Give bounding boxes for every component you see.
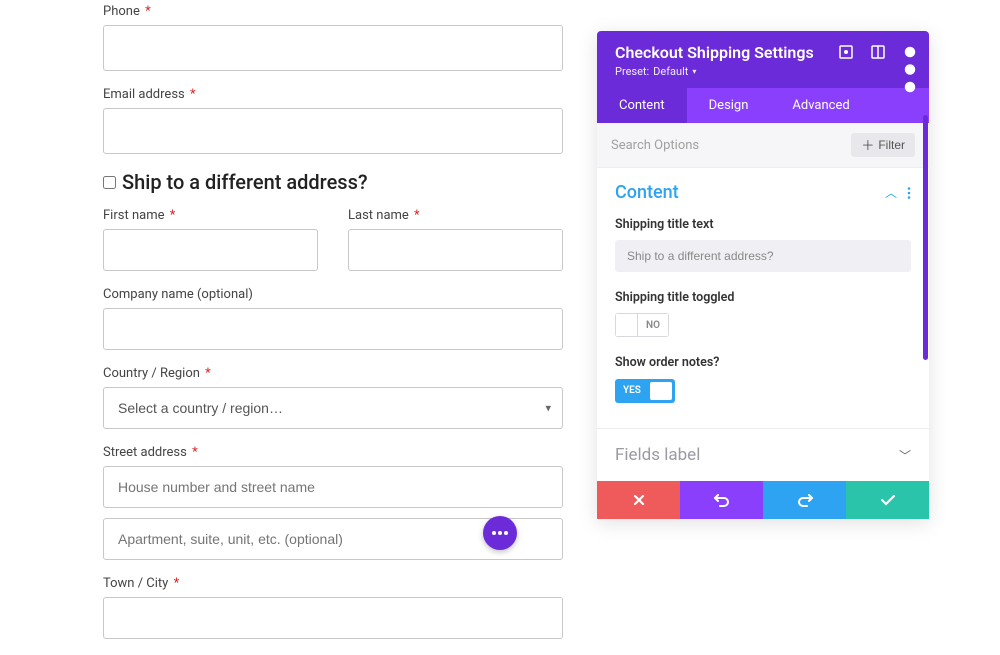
settings-panel: Checkout Shipping Settings Preset: Defau… xyxy=(597,31,929,519)
first-name-label: First name * xyxy=(103,208,318,223)
country-label: Country / Region * xyxy=(103,366,563,381)
required-mark: * xyxy=(190,87,196,102)
ship-different-checkbox-row[interactable]: Ship to a different address? xyxy=(103,170,563,194)
company-input[interactable] xyxy=(103,308,563,350)
panel-preset[interactable]: Preset: Default ▾ xyxy=(615,65,911,78)
town-input[interactable] xyxy=(103,597,563,639)
tab-advanced[interactable]: Advanced xyxy=(770,88,871,123)
street-label: Street address * xyxy=(103,445,563,460)
country-select[interactable] xyxy=(103,387,563,429)
save-button[interactable] xyxy=(846,481,929,519)
chevron-down-icon: ﹀ xyxy=(899,447,911,464)
panel-footer xyxy=(597,481,929,519)
phone-label: Phone * xyxy=(103,4,563,19)
columns-icon[interactable] xyxy=(871,45,885,59)
email-label: Email address * xyxy=(103,87,563,102)
shipping-title-label: Shipping title text xyxy=(615,217,911,232)
undo-button[interactable] xyxy=(680,481,763,519)
shipping-toggled-label: Shipping title toggled xyxy=(615,290,911,305)
required-mark: * xyxy=(145,4,151,19)
phone-input[interactable] xyxy=(103,25,563,71)
chevron-down-icon: ▾ xyxy=(692,67,696,76)
redo-button[interactable] xyxy=(763,481,846,519)
email-input[interactable] xyxy=(103,108,563,154)
street1-input[interactable] xyxy=(103,466,563,508)
shipping-toggled-toggle[interactable]: NO xyxy=(615,313,669,337)
ship-different-label: Ship to a different address? xyxy=(122,170,368,194)
focus-icon[interactable] xyxy=(839,45,853,59)
shipping-title-input[interactable] xyxy=(615,240,911,272)
panel-body: Content ︿ Shipping title text Shipping t… xyxy=(597,168,929,428)
panel-header: Checkout Shipping Settings Preset: Defau… xyxy=(597,31,929,88)
company-label: Company name (optional) xyxy=(103,287,563,302)
section-content-title: Content xyxy=(615,182,679,203)
chevron-up-icon[interactable]: ︿ xyxy=(885,184,897,201)
panel-scrollbar[interactable] xyxy=(923,115,928,360)
cancel-button[interactable] xyxy=(597,481,680,519)
tab-content[interactable]: Content xyxy=(597,88,687,123)
town-label: Town / City * xyxy=(103,576,563,591)
last-name-input[interactable] xyxy=(348,229,563,271)
fields-label-section[interactable]: Fields label ﹀ xyxy=(597,428,929,481)
tab-design[interactable]: Design xyxy=(687,88,771,123)
section-more-icon[interactable] xyxy=(907,187,911,199)
order-notes-label: Show order notes? xyxy=(615,355,911,370)
ship-different-checkbox[interactable] xyxy=(103,176,116,189)
more-icon[interactable] xyxy=(903,45,917,59)
panel-search-row: Search Options ＋ Filter xyxy=(597,123,929,168)
order-notes-toggle[interactable]: YES xyxy=(615,379,675,403)
search-options-input[interactable]: Search Options xyxy=(611,138,851,153)
panel-tabs: Content Design Advanced xyxy=(597,88,929,123)
filter-button[interactable]: ＋ Filter xyxy=(851,133,915,157)
checkout-form: Phone * Email address * Ship to a differ… xyxy=(103,0,563,655)
module-options-fab[interactable] xyxy=(483,516,517,550)
last-name-label: Last name * xyxy=(348,208,563,223)
first-name-input[interactable] xyxy=(103,229,318,271)
